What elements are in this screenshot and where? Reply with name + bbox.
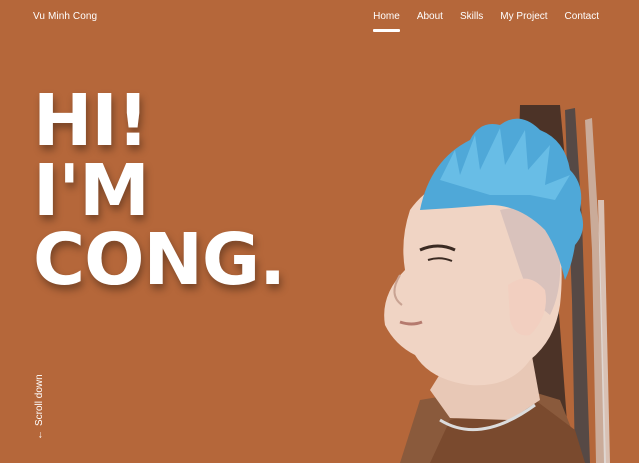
hero-line-1: HI!	[33, 79, 149, 162]
nav-home[interactable]: Home	[373, 11, 400, 32]
profile-photo	[384, 105, 610, 463]
arrow-left-icon: ←	[34, 430, 45, 440]
nav-about[interactable]: About	[417, 11, 443, 22]
nav-skills[interactable]: Skills	[460, 11, 483, 22]
nav-contact[interactable]: Contact	[565, 11, 599, 22]
hero-heading: HI! I'M CONG.	[33, 79, 286, 302]
hero-line-2: I'M	[33, 148, 150, 232]
brand-name[interactable]: Vu Minh Cong	[33, 11, 97, 22]
scroll-down-label: Scroll down	[34, 374, 45, 426]
hero-line-3: CONG.	[33, 218, 286, 302]
nav-my-project[interactable]: My Project	[500, 11, 547, 22]
main-nav: Home About Skills My Project Contact	[373, 11, 599, 32]
scroll-down-link[interactable]: ← Scroll down	[34, 374, 45, 440]
